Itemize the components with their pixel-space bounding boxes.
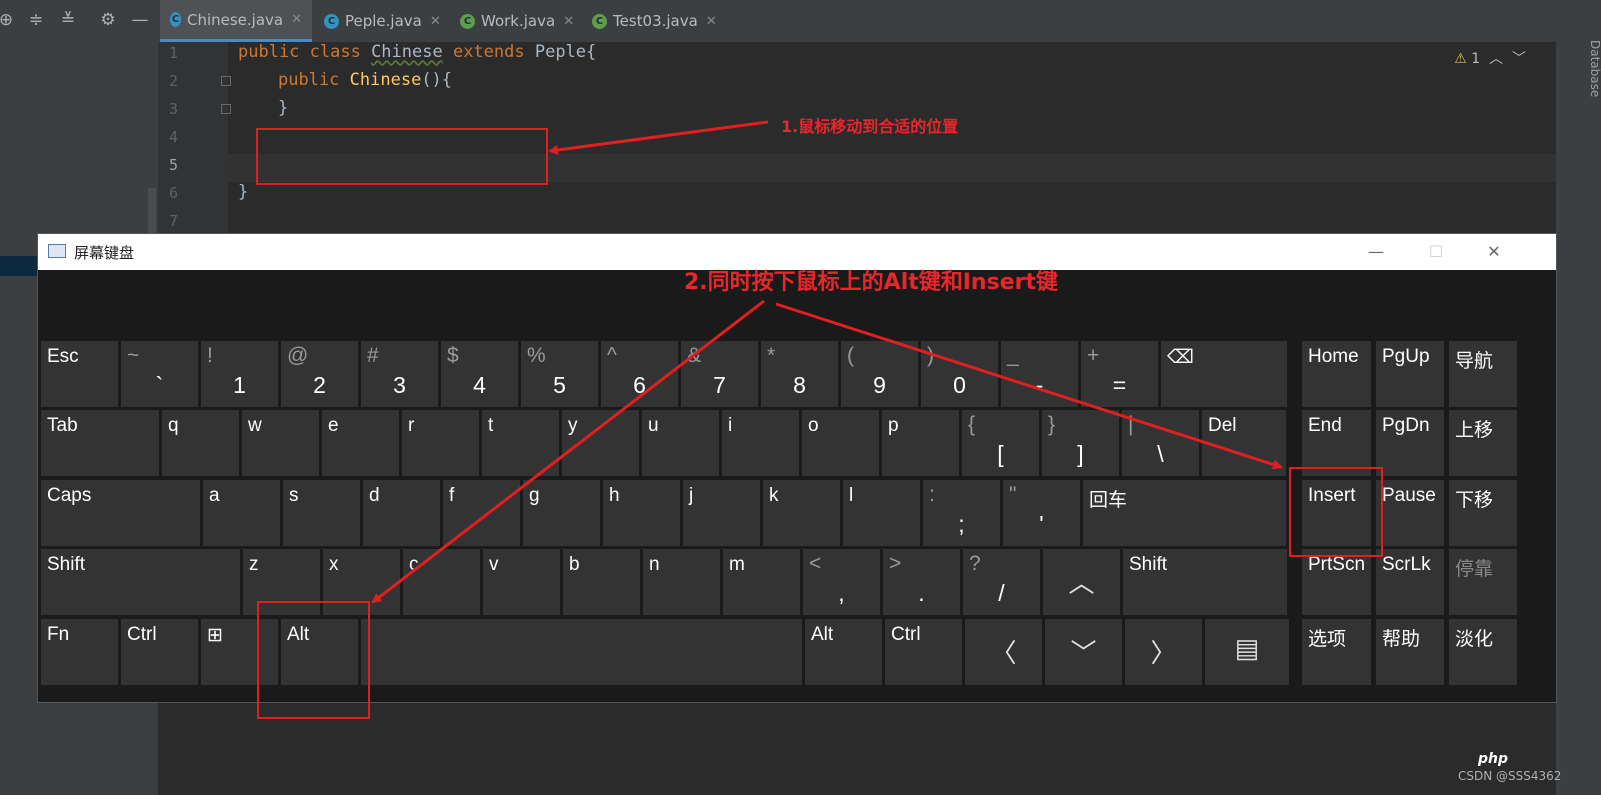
annotation-arrows [371,120,1283,604]
php-logo: php [1478,751,1509,767]
watermark: CSDN @SSS4362 [1458,769,1562,783]
arrow-to-insert-key [775,302,1283,470]
arrow-to-cursor-box [548,120,769,155]
arrow-to-alt-key [371,299,765,604]
